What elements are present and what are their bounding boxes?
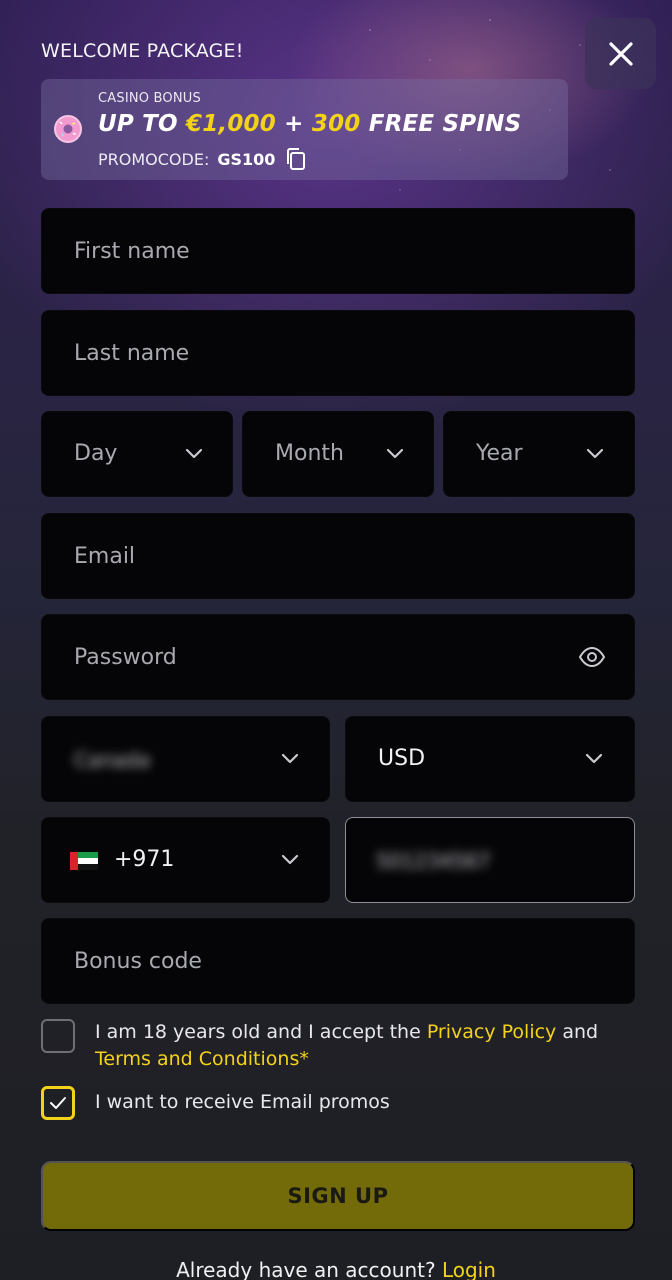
bonus-headline: UP TO €1,000 + 300 FREE SPINS [98,111,521,137]
terms-link[interactable]: Terms and Conditions [95,1048,299,1070]
headline-prefix: UP TO [98,111,186,137]
day-select[interactable]: Day [41,411,233,497]
first-name-field [41,208,635,294]
login-link[interactable]: Login [442,1258,496,1280]
email-promos-row: I want to receive Email promos [41,1086,635,1120]
age-consent-row: I am 18 years old and I accept the Priva… [41,1019,635,1073]
eye-icon[interactable] [578,646,606,668]
required-asterisk: * [299,1048,309,1070]
age-consent-checkbox[interactable] [41,1019,75,1053]
email-promos-label: I want to receive Email promos [95,1091,390,1113]
close-icon [608,41,633,66]
login-prompt-text: Already have an account? [176,1258,442,1280]
and-text: and [556,1021,599,1043]
phone-number-field[interactable]: 501234567 [345,817,635,903]
chevron-down-icon [281,854,299,865]
last-name-field [41,310,635,396]
bonus-card: CASINO BONUS UP TO €1,000 + 300 FREE SPI… [41,79,568,180]
password-input[interactable] [42,615,634,699]
bonus-code-field [41,918,635,1004]
email-field [41,513,635,599]
chevron-down-icon [585,753,603,764]
age-consent-label: I am 18 years old and I accept the [95,1021,427,1043]
privacy-policy-link[interactable]: Privacy Policy [427,1021,556,1043]
close-button[interactable] [585,18,656,89]
first-name-input[interactable] [42,209,634,293]
month-select-label: Month [275,441,344,466]
currency-value: USD [378,746,426,771]
chevron-down-icon [281,753,299,764]
donut-icon [54,115,82,143]
registration-screen: WELCOME PACKAGE! CASINO BONUS UP TO €1,0… [0,0,672,1280]
bonus-eyebrow: CASINO BONUS [98,91,201,106]
age-consent-text: I am 18 years old and I accept the Priva… [95,1019,635,1073]
chevron-down-icon [386,448,404,459]
country-select[interactable]: Canada [41,716,330,802]
day-select-label: Day [74,441,118,466]
promo-label: PROMOCODE: [98,149,210,169]
phone-code-select[interactable]: +971 [41,817,330,903]
bonus-spins-count: 300 [311,111,361,137]
year-select-label: Year [476,441,523,466]
phone-number-value: 501234567 [376,849,491,873]
login-prompt: Already have an account? Login [0,1258,672,1280]
promo-code: GS100 [217,149,276,169]
headline-spins-suffix: FREE SPINS [360,111,522,137]
chevron-down-icon [586,448,604,459]
month-select[interactable]: Month [242,411,434,497]
year-select[interactable]: Year [443,411,635,497]
sign-up-button[interactable]: SIGN UP [41,1161,635,1231]
headline-plus: + [275,111,312,137]
bonus-amount: €1,000 [186,111,276,137]
promo-row: PROMOCODE: GS100 [98,147,307,171]
uae-flag-icon [70,852,98,870]
email-promos-checkbox[interactable] [41,1086,75,1120]
bonus-code-input[interactable] [42,919,634,1003]
last-name-input[interactable] [42,311,634,395]
welcome-title: WELCOME PACKAGE! [41,40,244,62]
phone-code-value: +971 [114,847,175,872]
copy-icon[interactable] [285,147,307,171]
currency-select[interactable]: USD [345,716,635,802]
password-field [41,614,635,700]
chevron-down-icon [185,448,203,459]
country-value: Canada [74,748,151,772]
checkmark-icon [50,1097,66,1109]
email-input[interactable] [42,514,634,598]
